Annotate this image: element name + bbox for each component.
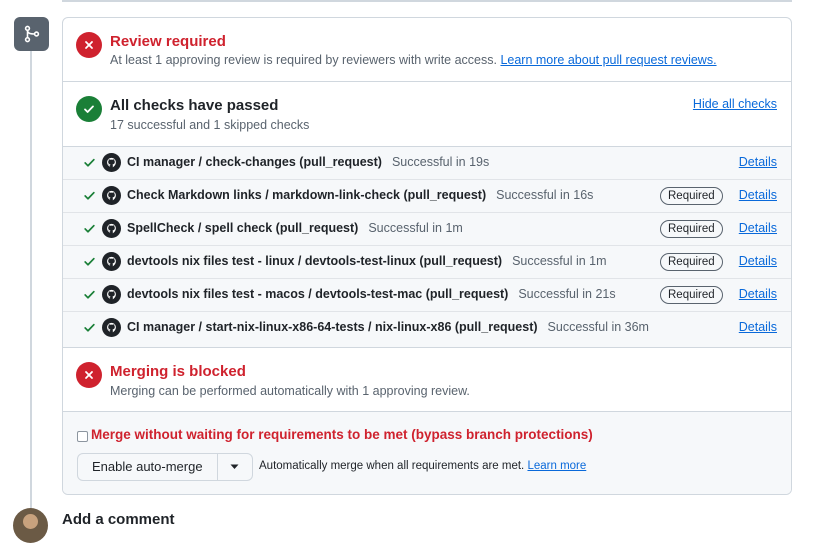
- required-badge: Required: [660, 286, 723, 304]
- triangle-down-icon[interactable]: [218, 454, 252, 480]
- check-status: Successful in 1m: [368, 221, 463, 235]
- required-badge: Required: [660, 220, 723, 238]
- review-required-title: Review required: [110, 33, 226, 50]
- github-icon: [102, 318, 121, 337]
- check-name: devtools nix files test - macos / devtoo…: [127, 287, 616, 301]
- github-icon: [102, 252, 121, 271]
- checks-subtitle: 17 successful and 1 skipped checks: [110, 118, 310, 132]
- check-status: Successful in 19s: [391, 155, 490, 169]
- git-merge-icon: [14, 17, 49, 51]
- auto-merge-learn-more-link[interactable]: Learn more: [527, 460, 586, 472]
- check-status: Successful in 1m: [512, 254, 607, 268]
- auto-merge-text: Automatically merge when all requirement…: [259, 460, 525, 472]
- github-icon: [102, 153, 121, 172]
- check-name-text: Check Markdown links / markdown-link-che…: [127, 188, 487, 202]
- check-icon: [83, 288, 96, 306]
- check-name-text: SpellCheck / spell check (pull_request): [127, 221, 359, 235]
- details-link[interactable]: Details: [739, 188, 777, 202]
- review-learn-more-link[interactable]: Learn more about pull request reviews.: [500, 53, 716, 67]
- avatar-face: [23, 514, 38, 529]
- details-link[interactable]: Details: [739, 320, 777, 334]
- review-required-section: Review required At least 1 approving rev…: [63, 18, 791, 82]
- timeline-line: [30, 50, 32, 510]
- details-link[interactable]: Details: [739, 254, 777, 268]
- check-name: devtools nix files test - linux / devtoo…: [127, 254, 607, 268]
- check-name: Check Markdown links / markdown-link-che…: [127, 188, 593, 202]
- check-name-text: CI manager / start-nix-linux-x86-64-test…: [127, 320, 538, 334]
- bypass-checkbox[interactable]: [77, 431, 88, 442]
- check-status: Successful in 21s: [518, 287, 616, 301]
- check-name-text: devtools nix files test - linux / devtoo…: [127, 254, 503, 268]
- check-name-text: CI manager / check-changes (pull_request…: [127, 155, 382, 169]
- check-row: CI manager / check-changes (pull_request…: [63, 147, 791, 180]
- merging-blocked-title: Merging is blocked: [110, 363, 246, 380]
- add-comment-heading: Add a comment: [62, 511, 175, 528]
- check-name: CI manager / start-nix-linux-x86-64-test…: [127, 320, 649, 334]
- checks-title: All checks have passed: [110, 97, 279, 114]
- review-required-text: At least 1 approving review is required …: [110, 53, 497, 67]
- check-row: devtools nix files test - macos / devtoo…: [63, 279, 791, 312]
- github-icon: [102, 285, 121, 304]
- details-link[interactable]: Details: [739, 155, 777, 169]
- check-icon: [83, 189, 96, 207]
- required-badge: Required: [660, 253, 723, 271]
- check-status: Successful in 16s: [496, 188, 594, 202]
- top-divider: [62, 0, 792, 2]
- merging-blocked-subtitle: Merging can be performed automatically w…: [110, 384, 470, 398]
- check-row: CI manager / start-nix-linux-x86-64-test…: [63, 312, 791, 345]
- check-row: Check Markdown links / markdown-link-che…: [63, 180, 791, 213]
- check-icon: [83, 321, 96, 339]
- check-circle-icon: [76, 96, 102, 122]
- check-row: devtools nix files test - linux / devtoo…: [63, 246, 791, 279]
- review-required-subtitle: At least 1 approving review is required …: [110, 53, 717, 67]
- check-row: SpellCheck / spell check (pull_request) S…: [63, 213, 791, 246]
- hide-all-checks-link[interactable]: Hide all checks: [693, 97, 777, 111]
- avatar: [13, 508, 48, 543]
- bypass-section: Merge without waiting for requirements t…: [63, 412, 791, 494]
- x-circle-icon: [76, 32, 102, 58]
- required-badge: Required: [660, 187, 723, 205]
- checks-list: CI manager / check-changes (pull_request…: [63, 146, 791, 348]
- check-icon: [83, 222, 96, 240]
- check-icon: [83, 156, 96, 174]
- auto-merge-description: Automatically merge when all requirement…: [259, 460, 586, 472]
- check-name-text: devtools nix files test - macos / devtoo…: [127, 287, 509, 301]
- check-icon: [83, 255, 96, 273]
- details-link[interactable]: Details: [739, 221, 777, 235]
- auto-merge-button-group: Enable auto-merge: [77, 453, 253, 481]
- checks-summary-section: All checks have passed 17 successful and…: [63, 82, 791, 146]
- bypass-label[interactable]: Merge without waiting for requirements t…: [91, 427, 593, 442]
- merge-box: Review required At least 1 approving rev…: [62, 17, 792, 495]
- check-status: Successful in 36m: [547, 320, 649, 334]
- enable-auto-merge-button[interactable]: Enable auto-merge: [78, 454, 218, 480]
- x-circle-icon: [76, 362, 102, 388]
- github-icon: [102, 219, 121, 238]
- check-name: SpellCheck / spell check (pull_request) S…: [127, 221, 463, 235]
- github-icon: [102, 186, 121, 205]
- merging-blocked-section: Merging is blocked Merging can be perfor…: [63, 348, 791, 412]
- details-link[interactable]: Details: [739, 287, 777, 301]
- check-name: CI manager / check-changes (pull_request…: [127, 155, 489, 169]
